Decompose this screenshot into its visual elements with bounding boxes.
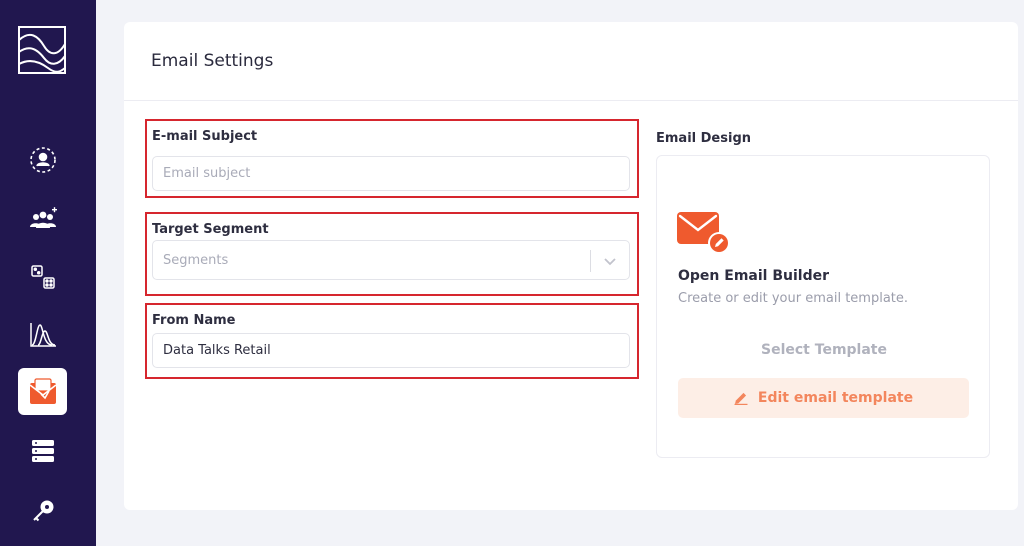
builder-title: Open Email Builder: [678, 268, 829, 284]
select-separator: [590, 250, 591, 272]
edit-template-label: Edit email template: [757, 390, 914, 406]
email-campaign-icon: [29, 377, 56, 404]
email-design-panel: Open Email Builder Create or edit your e…: [656, 155, 990, 458]
distribution-chart-icon: [29, 322, 56, 347]
sidebar-item-api-keys[interactable]: [18, 487, 67, 534]
sidebar-item-audience[interactable]: [18, 196, 67, 243]
builder-subtitle: Create or edit your email template.: [678, 291, 909, 306]
from-name-input[interactable]: [152, 333, 630, 368]
subject-field-group: E-mail Subject: [145, 119, 639, 198]
from-name-label: From Name: [152, 313, 236, 328]
segment-field-group: Target Segment Segments: [145, 212, 639, 296]
key-icon: [32, 500, 53, 521]
segment-select[interactable]: Segments: [152, 240, 630, 280]
edit-template-button[interactable]: Edit email template: [678, 378, 969, 418]
header-divider: [124, 100, 1018, 101]
subject-input[interactable]: [152, 156, 630, 191]
sidebar-item-profile[interactable]: [18, 136, 67, 183]
from-name-field-group: From Name: [145, 303, 639, 379]
chevron-down-icon[interactable]: [602, 253, 618, 269]
segment-label: Target Segment: [152, 222, 269, 237]
pencil-icon: [734, 392, 748, 405]
sidebar-item-email-campaigns[interactable]: [18, 368, 67, 415]
email-design-label: Email Design: [656, 131, 751, 146]
email-settings-card: Email Settings E-mail Subject Target Seg…: [124, 22, 1018, 510]
email-edit-icon: [677, 212, 730, 254]
dice-icon: [30, 264, 55, 289]
sidebar-item-analytics[interactable]: [18, 311, 67, 358]
sidebar-item-data-sources[interactable]: [18, 427, 67, 474]
users-add-icon: [29, 206, 57, 228]
subject-label: E-mail Subject: [152, 129, 258, 144]
sidebar-item-experiments[interactable]: [18, 253, 67, 300]
page-title: Email Settings: [151, 51, 274, 71]
database-icon: [31, 439, 54, 462]
logo-icon[interactable]: [18, 26, 66, 74]
user-circle-icon: [29, 146, 56, 173]
sidebar: [0, 0, 96, 546]
select-template-button[interactable]: Select Template: [657, 342, 991, 358]
segment-placeholder: Segments: [163, 253, 229, 268]
